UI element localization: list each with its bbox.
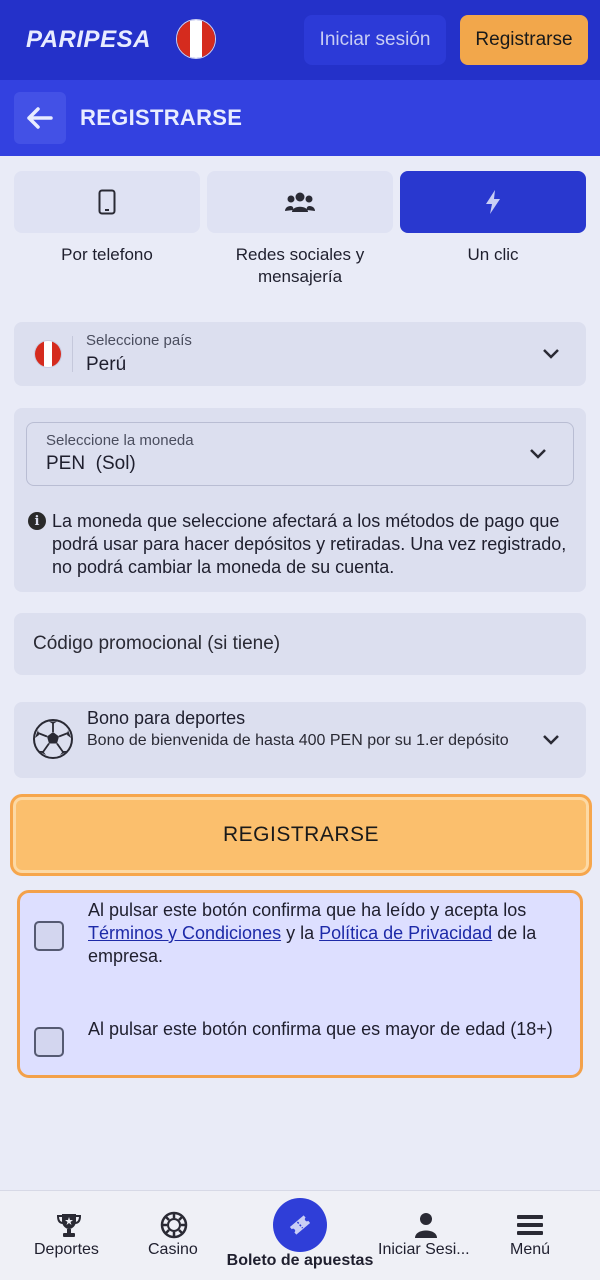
tab-social-label: Redes sociales y mensajería — [235, 245, 365, 286]
terms-middle: y la — [281, 923, 320, 943]
promo-code-input[interactable] — [14, 613, 586, 675]
registration-page: PARIPESA Iniciar sesión Registrarse REGI… — [0, 0, 600, 1280]
hamburger-menu-icon — [517, 1215, 543, 1235]
currency-label: Seleccione la moneda — [46, 432, 194, 449]
back-button[interactable] — [14, 92, 66, 144]
bonus-title: Bono para deportes — [87, 708, 246, 728]
chevron-down-icon — [543, 735, 559, 745]
country-label: Seleccione país — [86, 332, 192, 349]
tab-one-click[interactable] — [400, 171, 586, 233]
nav-menu[interactable]: Menú — [500, 1191, 560, 1280]
nav-login[interactable]: Iniciar Sesi... — [378, 1191, 474, 1280]
user-icon — [415, 1213, 437, 1238]
terms-link[interactable]: Términos y Condiciones — [88, 923, 281, 943]
bonus-description: Bono de bienvenida de hasta 400 PEN por … — [87, 732, 509, 749]
betslip-button[interactable] — [273, 1198, 327, 1252]
peru-flag-icon[interactable] — [176, 19, 216, 59]
register-header-button[interactable]: Registrarse — [460, 15, 588, 65]
tab-social[interactable] — [207, 171, 393, 233]
chevron-down-icon — [543, 349, 559, 359]
ticket-icon — [289, 1215, 311, 1235]
phone-icon — [98, 189, 116, 215]
currency-value: PEN (Sol) — [46, 453, 136, 474]
peru-flag-icon — [34, 340, 62, 368]
soccer-ball-icon — [33, 719, 73, 759]
trophy-icon — [56, 1214, 82, 1237]
title-bar: REGISTRARSE — [0, 80, 600, 156]
tab-phone[interactable] — [14, 171, 200, 233]
currency-info-text: La moneda que seleccione afectará a los … — [52, 511, 567, 577]
terms-checkbox[interactable] — [34, 921, 64, 951]
age-consent-text: Al pulsar este botón confirma que es may… — [88, 1019, 553, 1039]
betslip-label: Boleto de apuestas — [226, 1252, 374, 1269]
register-submit-button[interactable]: REGISTRARSE — [10, 794, 592, 876]
privacy-link[interactable]: Política de Privacidad — [319, 923, 492, 943]
nav-casino-label: Casino — [148, 1241, 198, 1258]
consent-section: Al pulsar este botón confirma que ha leí… — [17, 890, 583, 1078]
country-value: Perú — [86, 354, 127, 375]
nav-sports[interactable]: Deportes — [20, 1191, 118, 1280]
nav-sports-label: Deportes — [34, 1241, 99, 1258]
page-title: REGISTRARSE — [80, 105, 243, 130]
bonus-select[interactable]: Bono para deportes Bono de bienvenida de… — [14, 702, 586, 778]
users-icon — [285, 192, 315, 212]
nav-menu-label: Menú — [510, 1241, 551, 1258]
age-checkbox[interactable] — [34, 1027, 64, 1057]
nav-casino[interactable]: Casino — [140, 1191, 208, 1280]
tab-one-click-label: Un clic — [467, 245, 519, 264]
nav-login-label: Iniciar Sesi... — [378, 1241, 470, 1258]
currency-section: Seleccione la moneda PEN (Sol) i La mone… — [14, 408, 586, 592]
terms-prefix: Al pulsar este botón confirma que ha leí… — [88, 900, 527, 920]
login-button[interactable]: Iniciar sesión — [304, 15, 446, 65]
tab-phone-label: Por telefono — [61, 245, 153, 264]
terms-consent-text: Al pulsar este botón confirma que ha leí… — [88, 899, 574, 968]
paripesa-logo[interactable]: PARIPESA — [26, 26, 151, 54]
lightning-icon — [486, 190, 500, 214]
casino-chip-icon — [160, 1211, 188, 1239]
chevron-down-icon — [530, 449, 546, 459]
top-bar: PARIPESA Iniciar sesión Registrarse — [0, 0, 600, 80]
country-select[interactable]: Seleccione país Perú — [14, 322, 586, 386]
divider — [72, 336, 73, 372]
promo-code-field[interactable] — [14, 613, 586, 675]
currency-select[interactable]: Seleccione la moneda PEN (Sol) — [26, 422, 574, 486]
info-icon: i — [28, 512, 46, 530]
arrow-left-icon — [27, 107, 53, 129]
